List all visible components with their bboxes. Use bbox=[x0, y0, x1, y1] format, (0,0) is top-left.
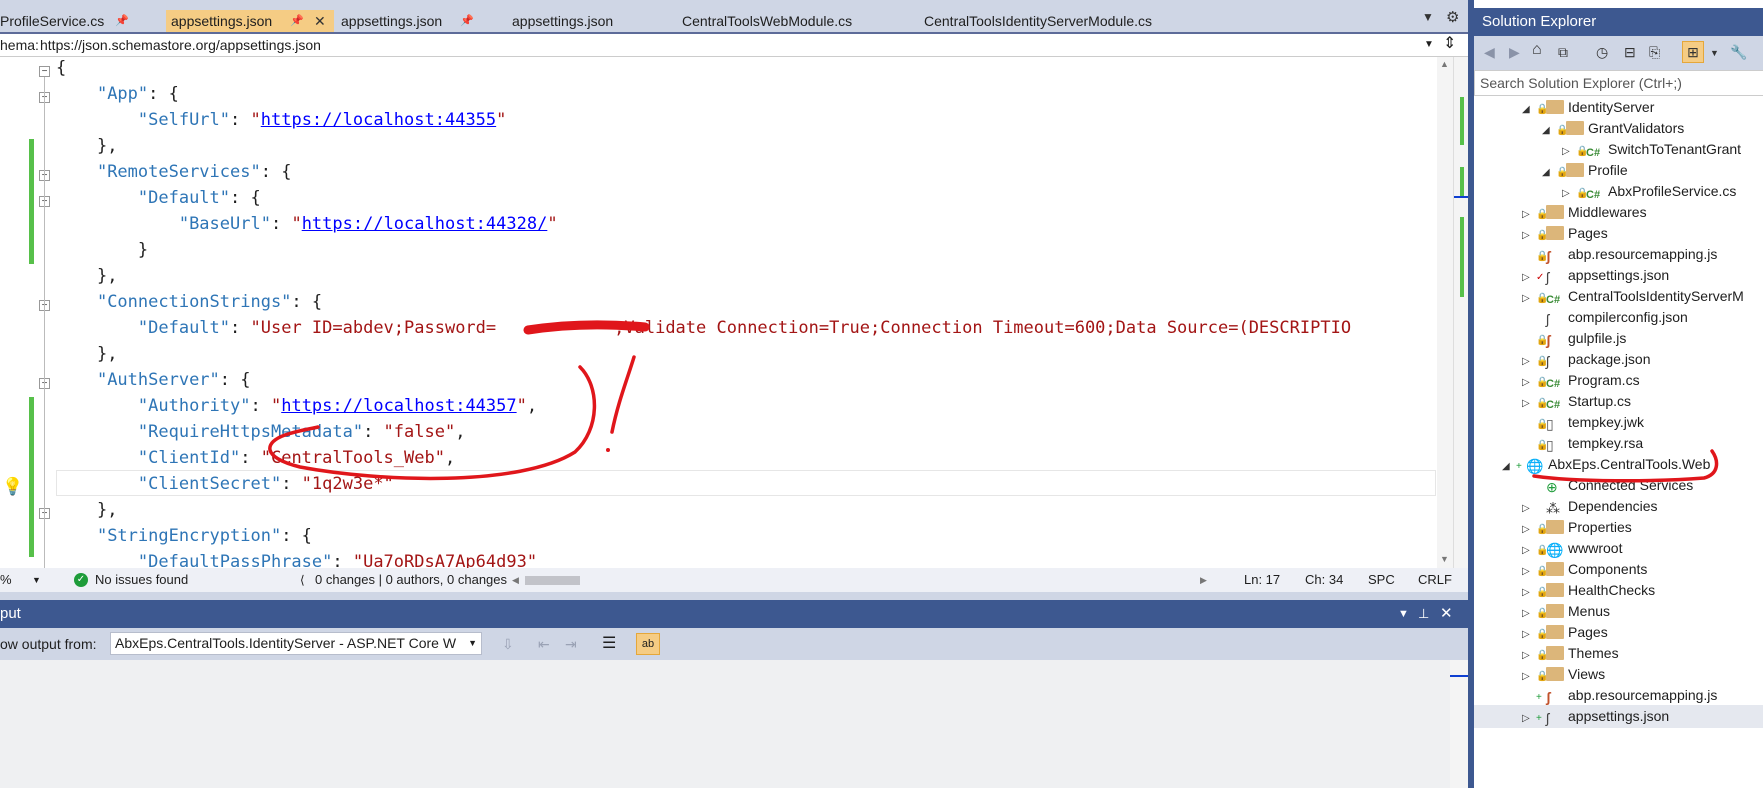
close-icon[interactable]: ✕ bbox=[1440, 600, 1453, 628]
next-message-icon[interactable]: ⇥ bbox=[565, 628, 577, 660]
schema-dropdown-icon[interactable]: ▼ bbox=[1424, 34, 1434, 56]
tab-centraltoolswebmodule[interactable]: CentralToolsWebModule.cs bbox=[677, 10, 919, 32]
editor-vertical-scrollbar[interactable]: ▲ ▼ bbox=[1437, 57, 1453, 568]
show-all-files-icon[interactable]: ⎘ bbox=[1649, 44, 1660, 61]
tab-centraltoolsidentityservermodule[interactable]: CentralToolsIdentityServerModule.cs bbox=[919, 10, 1221, 32]
solution-explorer-toolbar: ◀ ▶ ⌂ ⧉ ◷ ⊟ ⎘ ⊞ ▼ 🔧 bbox=[1474, 36, 1763, 70]
back-icon[interactable]: ◀ bbox=[1484, 44, 1495, 61]
dropdown-icon[interactable]: ▼ bbox=[1710, 48, 1719, 58]
handwritten-annotations bbox=[268, 320, 650, 481]
clear-all-icon[interactable]: ☰ bbox=[602, 628, 616, 660]
search-placeholder: Search Solution Explorer (Ctrl+;) bbox=[1480, 75, 1682, 91]
output-vertical-scrollbar[interactable] bbox=[1450, 660, 1472, 788]
tab-label: CentralToolsIdentityServerModule.cs bbox=[924, 13, 1152, 29]
scroll-down-icon[interactable]: ▼ bbox=[1440, 554, 1449, 564]
check-icon: ✓ bbox=[74, 573, 88, 587]
tab-label: appsettings.json bbox=[171, 13, 273, 29]
solution-explorer-title-bar: Solution Explorer bbox=[1474, 8, 1763, 36]
properties-icon[interactable]: 🔧 bbox=[1730, 44, 1747, 61]
scroll-left-icon[interactable]: ◀ bbox=[512, 568, 519, 592]
show-output-label: ow output from: bbox=[0, 636, 97, 652]
editor-overview-margin[interactable] bbox=[1453, 57, 1476, 568]
tab-label: appsettings.json bbox=[512, 13, 614, 29]
tab-label: ProfileService.cs bbox=[0, 13, 105, 29]
exclamation-dot bbox=[606, 448, 610, 452]
tab-label: CentralToolsWebModule.cs bbox=[682, 13, 853, 29]
change-marker bbox=[1460, 167, 1464, 197]
output-source-value: AbxEps.CentralTools.IdentityServer - ASP… bbox=[115, 635, 457, 651]
git-changes-status[interactable]: 0 changes | 0 authors, 0 changes bbox=[315, 568, 507, 592]
schema-url[interactable]: https://json.schemastore.org/appsettings… bbox=[40, 34, 321, 56]
home-icon[interactable]: ⌂ bbox=[1532, 41, 1542, 59]
previous-message-icon[interactable]: ⇤ bbox=[538, 628, 550, 660]
horizontal-scrollbar-thumb[interactable] bbox=[525, 576, 580, 585]
zoom-level[interactable]: % bbox=[0, 568, 12, 592]
editor-status-bar: % ▼ ✓ No issues found ⟨ 0 changes | 0 au… bbox=[0, 568, 1468, 592]
solution-explorer-title: Solution Explorer bbox=[1482, 13, 1597, 30]
change-marker bbox=[1460, 97, 1464, 145]
pin-icon[interactable]: 📌 bbox=[290, 10, 304, 32]
change-marker bbox=[1460, 217, 1464, 297]
whitespace-mode[interactable]: SPC bbox=[1368, 568, 1395, 592]
tab-appsettings-active[interactable]: appsettings.json 📌 ✕ bbox=[166, 10, 334, 32]
output-text-area[interactable] bbox=[0, 660, 1450, 788]
solution-explorer-search-input[interactable]: Search Solution Explorer (Ctrl+;) bbox=[1474, 70, 1763, 96]
pin-icon[interactable]: 📌 bbox=[115, 10, 129, 32]
split-editor-icon[interactable]: ⇕ bbox=[1443, 33, 1456, 55]
chevron-down-icon[interactable]: ▼ bbox=[468, 633, 477, 654]
tab-appsettings-3[interactable]: appsettings.json bbox=[507, 10, 677, 32]
word-wrap-toggle-icon[interactable]: ab bbox=[636, 633, 660, 655]
forward-icon[interactable]: ▶ bbox=[1509, 44, 1520, 61]
pin-icon[interactable]: 📌 bbox=[460, 10, 474, 32]
switch-views-icon[interactable]: ⧉ bbox=[1558, 44, 1568, 61]
line-endings[interactable]: CRLF bbox=[1418, 568, 1452, 592]
output-title: put bbox=[0, 605, 21, 622]
code-editor[interactable]: 💡 − − − − − − − { "App": { "SelfUrl": "h… bbox=[0, 57, 1437, 568]
solution-tree: ◢ 🔒 IdentityServer ◢ 🔒 GrantValidators ▷ 🔒C# S… bbox=[1474, 96, 1763, 788]
output-source-select[interactable]: AbxEps.CentralTools.IdentityServer - ASP… bbox=[110, 632, 482, 655]
issues-status[interactable]: No issues found bbox=[95, 568, 188, 592]
exclamation-stroke bbox=[610, 355, 636, 434]
output-panel-title-bar: put ▼ ⊥ ✕ bbox=[0, 600, 1468, 628]
tab-appsettings-2[interactable]: appsettings.json 📌 bbox=[336, 10, 476, 32]
schema-label: hema: bbox=[0, 37, 39, 53]
tab-profileservice[interactable]: ProfileService.cs 📌 bbox=[0, 10, 135, 32]
zoom-dropdown-icon[interactable]: ▼ bbox=[32, 568, 41, 592]
project-underline-annotation bbox=[1532, 449, 1719, 483]
gear-icon[interactable]: ⚙ bbox=[1446, 8, 1459, 26]
output-toolbar: ow output from: AbxEps.CentralTools.Iden… bbox=[0, 628, 1468, 660]
sync-with-active-document-icon[interactable]: ⊞ bbox=[1682, 41, 1704, 63]
tab-label: appsettings.json bbox=[341, 13, 443, 29]
pin-icon[interactable]: ⊥ bbox=[1418, 600, 1429, 628]
dropdown-icon[interactable]: ▼ bbox=[1398, 600, 1409, 628]
solution-explorer-panel: Solution Explorer ◀ ▶ ⌂ ⧉ ◷ ⊟ ⎘ ⊞ ▼ 🔧 Se… bbox=[1468, 0, 1763, 788]
close-icon[interactable]: ✕ bbox=[314, 10, 326, 32]
collapse-all-icon[interactable]: ⊟ bbox=[1624, 44, 1636, 61]
red-underline-stroke bbox=[1532, 449, 1719, 483]
scroll-right-icon[interactable]: ▶ bbox=[1200, 568, 1207, 592]
scroll-up-icon[interactable]: ▲ bbox=[1440, 59, 1449, 69]
tab-overflow-dropdown-icon[interactable]: ▼ bbox=[1422, 10, 1434, 24]
schema-bar: hema: https://json.schemastore.org/appse… bbox=[0, 34, 1468, 57]
line-number: Ln: 17 bbox=[1244, 572, 1281, 587]
find-message-icon[interactable]: ⇩ bbox=[502, 628, 514, 660]
password-scribble bbox=[523, 320, 650, 335]
authority-circle-annotation bbox=[268, 365, 597, 481]
pending-changes-filter-icon[interactable]: ◷ bbox=[1596, 44, 1608, 61]
column-number: Ch: 34 bbox=[1305, 572, 1344, 587]
git-changes-icon: ⟨ bbox=[300, 573, 305, 587]
